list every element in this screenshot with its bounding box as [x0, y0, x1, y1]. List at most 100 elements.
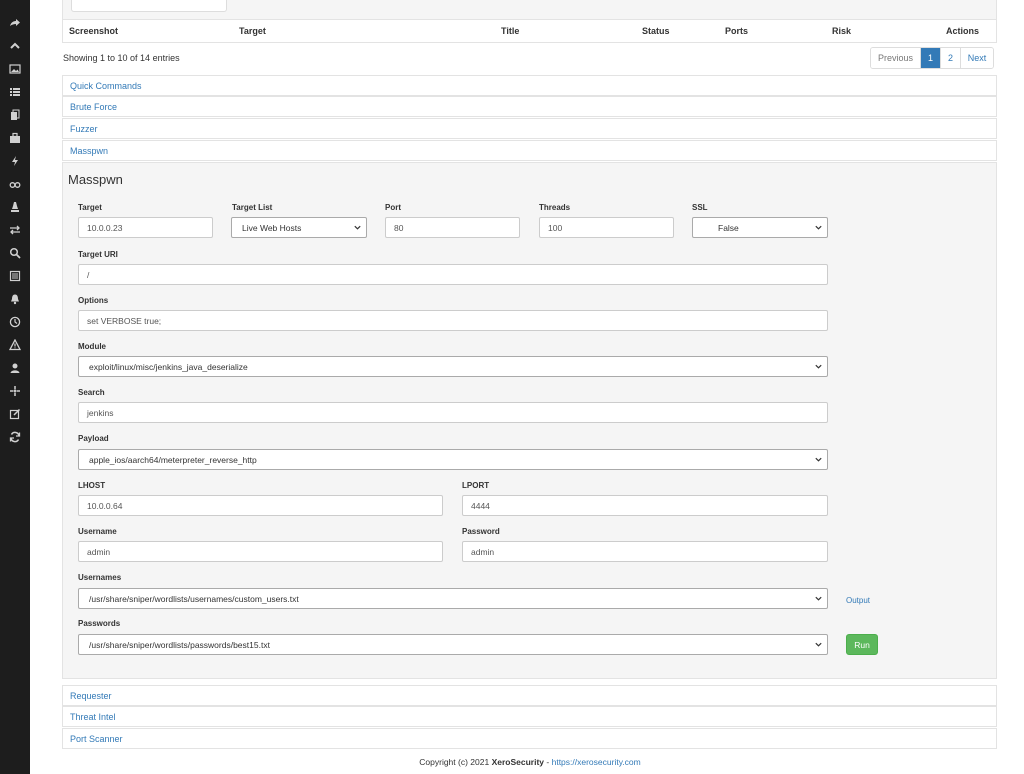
passwords-select[interactable]: /usr/share/sniper/wordlists/passwords/be… — [78, 634, 828, 655]
output-link[interactable]: Output — [846, 596, 870, 605]
glasses-icon[interactable] — [8, 177, 22, 191]
usernames-value: /usr/share/sniper/wordlists/usernames/cu… — [89, 593, 299, 604]
options-label: Options — [78, 296, 109, 305]
chevron-down-icon — [814, 594, 823, 603]
target-uri-value: / — [87, 269, 90, 280]
threads-label: Threads — [539, 203, 571, 212]
copyright-text: Copyright (c) 2021 — [419, 757, 490, 767]
crosshairs-icon[interactable] — [8, 384, 22, 398]
briefcase-icon[interactable] — [8, 131, 22, 145]
column-header-target[interactable]: Target — [239, 26, 266, 36]
port-value: 80 — [394, 222, 404, 233]
port-input[interactable]: 80 — [385, 217, 520, 238]
options-input[interactable]: set VERBOSE true; — [78, 310, 828, 331]
username-label: Username — [78, 527, 117, 536]
target-uri-input[interactable]: / — [78, 264, 828, 285]
panel-title[interactable]: Masspwn — [70, 146, 108, 156]
refresh-icon[interactable] — [8, 430, 22, 444]
panel-title[interactable]: Quick Commands — [70, 81, 142, 91]
target-list-select[interactable]: Live Web Hosts — [231, 217, 367, 238]
payload-select[interactable]: apple_ios/aarch64/meterpreter_reverse_ht… — [78, 449, 828, 470]
chevron-down-icon — [353, 223, 362, 232]
panel-title[interactable]: Port Scanner — [70, 734, 123, 744]
target-list-value: Live Web Hosts — [242, 222, 302, 233]
icon-sidebar — [0, 0, 30, 774]
usernames-select[interactable]: /usr/share/sniper/wordlists/usernames/cu… — [78, 588, 828, 609]
column-header-title[interactable]: Title — [501, 26, 519, 36]
lhost-value: 10.0.0.64 — [87, 500, 123, 511]
chess-icon[interactable] — [8, 200, 22, 214]
column-header-risk[interactable]: Risk — [832, 26, 851, 36]
lhost-label: LHOST — [78, 481, 106, 490]
search-icon[interactable] — [8, 246, 22, 260]
panel-requester[interactable]: Requester — [62, 685, 997, 706]
panel-port-scanner[interactable]: Port Scanner — [62, 728, 997, 749]
username-value: admin — [87, 546, 111, 557]
chevron-down-icon — [814, 362, 823, 371]
panel-fuzzer[interactable]: Fuzzer — [62, 118, 997, 139]
module-select[interactable]: exploit/linux/misc/jenkins_java_deserial… — [78, 356, 828, 377]
chevron-down-icon — [814, 455, 823, 464]
panel-title[interactable]: Brute Force — [70, 102, 117, 112]
edit-icon[interactable] — [8, 407, 22, 421]
panel-title[interactable]: Fuzzer — [70, 124, 98, 134]
pagination: Previous 1 2 Next — [870, 47, 994, 69]
panel-quick-commands[interactable]: Quick Commands — [62, 75, 997, 96]
run-button[interactable]: Run — [846, 634, 878, 655]
bolt-icon[interactable] — [8, 154, 22, 168]
panel-masspwn[interactable]: Masspwn — [62, 140, 997, 161]
page-2-button[interactable]: 2 — [941, 48, 961, 68]
panel-threat-intel[interactable]: Threat Intel — [62, 706, 997, 727]
column-header-screenshot[interactable]: Screenshot — [69, 26, 118, 36]
password-value: admin — [471, 546, 495, 557]
next-page-button[interactable]: Next — [961, 48, 993, 68]
threads-input[interactable]: 100 — [539, 217, 674, 238]
lport-input[interactable]: 4444 — [462, 495, 828, 516]
page-1-button[interactable]: 1 — [921, 48, 941, 68]
ssl-label: SSL — [692, 203, 708, 212]
port-label: Port — [385, 203, 401, 212]
threads-value: 100 — [548, 222, 563, 233]
previous-page-button[interactable]: Previous — [871, 48, 921, 68]
masspwn-heading: Masspwn — [68, 172, 123, 187]
exchange-icon[interactable] — [8, 223, 22, 237]
target-value: 10.0.0.23 — [87, 222, 123, 233]
usernames-label: Usernames — [78, 573, 122, 582]
ssl-value: False — [718, 222, 739, 233]
chevron-up-icon[interactable] — [8, 39, 22, 53]
list-icon[interactable] — [8, 85, 22, 99]
chevron-down-icon — [814, 640, 823, 649]
panel-title[interactable]: Requester — [70, 691, 112, 701]
copy-icon[interactable] — [8, 108, 22, 122]
hosts-table: Screenshot Target Title Status Ports Ris… — [62, 0, 997, 43]
column-header-status[interactable]: Status — [642, 26, 670, 36]
footer-separator: - — [546, 757, 550, 767]
passwords-label: Passwords — [78, 619, 121, 628]
target-input[interactable]: 10.0.0.23 — [78, 217, 213, 238]
user-icon[interactable] — [8, 361, 22, 375]
search-input[interactable]: jenkins — [78, 402, 828, 423]
target-uri-label: Target URI — [78, 250, 118, 259]
warning-icon[interactable] — [8, 338, 22, 352]
entries-info: Showing 1 to 10 of 14 entries — [63, 53, 180, 63]
ssl-select[interactable]: False — [692, 217, 828, 238]
payload-label: Payload — [78, 434, 109, 443]
clock-icon[interactable] — [8, 315, 22, 329]
target-label: Target — [78, 203, 102, 212]
password-input[interactable]: admin — [462, 541, 828, 562]
column-header-ports[interactable]: Ports — [725, 26, 748, 36]
newspaper-icon[interactable] — [8, 269, 22, 283]
panel-title[interactable]: Threat Intel — [70, 712, 116, 722]
chevron-down-icon — [814, 223, 823, 232]
username-input[interactable]: admin — [78, 541, 443, 562]
share-icon[interactable] — [8, 16, 22, 30]
column-header-actions[interactable]: Actions — [946, 26, 979, 36]
target-list-label: Target List — [232, 203, 273, 212]
lhost-input[interactable]: 10.0.0.64 — [78, 495, 443, 516]
panel-brute-force[interactable]: Brute Force — [62, 96, 997, 117]
image-icon[interactable] — [8, 62, 22, 76]
footer-link[interactable]: https://xerosecurity.com — [552, 757, 641, 767]
bell-icon[interactable] — [8, 292, 22, 306]
screenshot-placeholder — [71, 0, 227, 12]
module-label: Module — [78, 342, 106, 351]
